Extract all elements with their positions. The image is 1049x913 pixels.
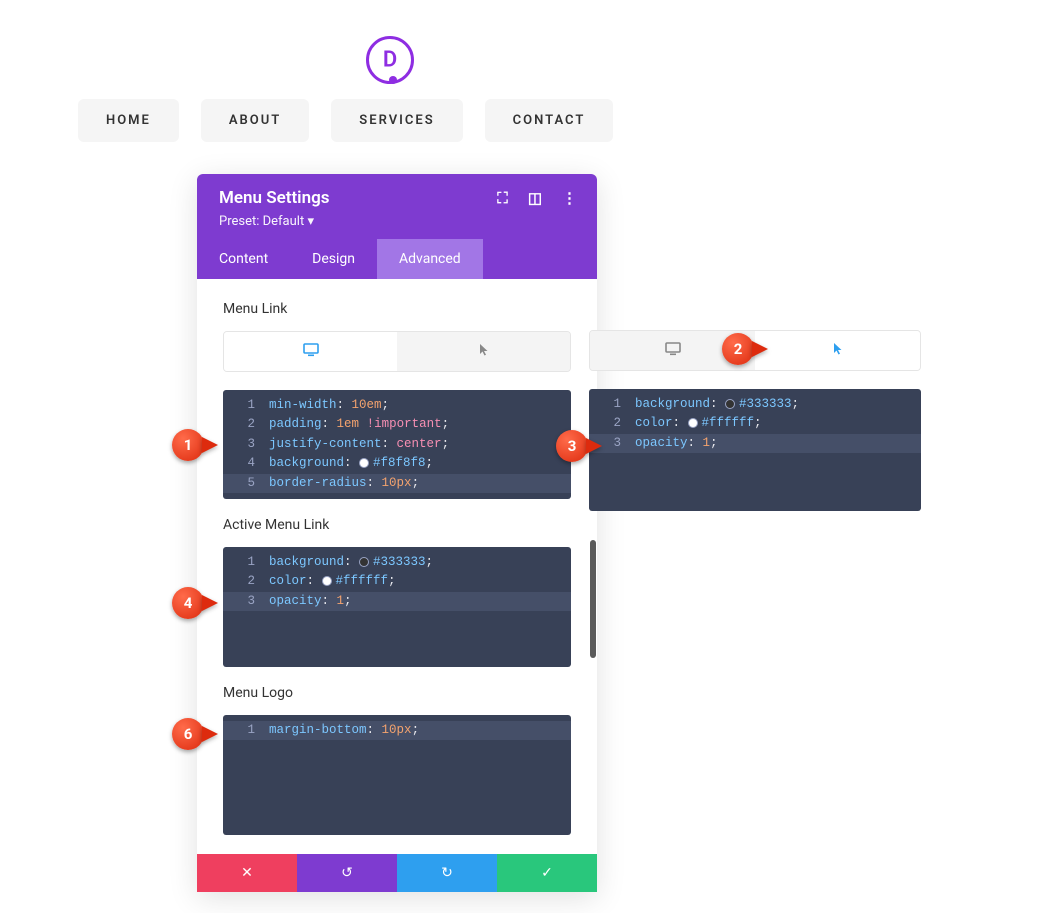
nav-contact[interactable]: CONTACT (485, 99, 614, 142)
panel-header[interactable]: Menu Settings ⛶ ◫ ⋮ Preset: Default ▾ (197, 174, 597, 239)
nav-about[interactable]: ABOUT (201, 99, 309, 142)
cursor-icon (833, 344, 843, 360)
action-bar: ✕ ↺ ↻ ✓ (197, 854, 597, 892)
undo-button[interactable]: ↺ (297, 854, 397, 892)
annotation-2-number: 2 (722, 333, 754, 365)
logo-circle: D (366, 36, 414, 84)
annotation-4-number: 4 (172, 587, 204, 619)
close-icon: ✕ (241, 865, 253, 881)
panel-tabs: Content Design Advanced (197, 239, 597, 279)
preset-label: Preset: Default (219, 214, 304, 229)
tab-content[interactable]: Content (197, 239, 290, 279)
annotation-1-number: 1 (172, 429, 204, 461)
close-button[interactable]: ✕ (197, 854, 297, 892)
scrollbar-indicator[interactable] (590, 540, 596, 658)
responsive-toggle-1 (223, 331, 571, 372)
code-active-menu-link[interactable]: 1background: #333333;2color: #ffffff;3op… (223, 547, 571, 667)
annotation-3-number: 3 (556, 430, 588, 462)
preset-selector[interactable]: Preset: Default ▾ (219, 214, 577, 229)
tab-design[interactable]: Design (290, 239, 377, 279)
caret-down-icon: ▾ (307, 214, 314, 229)
redo-button[interactable]: ↻ (397, 854, 497, 892)
annotation-2: 2 (722, 333, 778, 367)
annotation-6-number: 6 (172, 718, 204, 750)
annotation-4: 4 (172, 587, 228, 621)
toggle-hover-1[interactable] (397, 332, 570, 371)
confirm-button[interactable]: ✓ (497, 854, 597, 892)
redo-icon: ↻ (441, 865, 453, 881)
panel-body: Menu Link 1min-width: 10em;2padding: 1em… (197, 279, 597, 854)
section-menu-logo: Menu Logo (223, 685, 571, 701)
code-menu-link[interactable]: 1min-width: 10em;2padding: 1em !importan… (223, 390, 571, 499)
logo-letter: D (383, 48, 397, 73)
annotation-1: 1 (172, 429, 228, 463)
cursor-icon (479, 345, 489, 361)
annotation-6: 6 (172, 718, 228, 752)
nav-services[interactable]: SERVICES (331, 99, 462, 142)
check-icon: ✓ (541, 865, 553, 881)
split-icon[interactable]: ◫ (528, 189, 542, 207)
annotation-3: 3 (556, 430, 612, 464)
tab-advanced[interactable]: Advanced (377, 239, 483, 279)
code-hover-link[interactable]: 1background: #333333;2color: #ffffff;3op… (589, 389, 921, 511)
toggle-desktop-1[interactable] (224, 332, 397, 371)
panel-title-text: Menu Settings (219, 188, 330, 208)
more-icon[interactable]: ⋮ (562, 189, 577, 207)
nav-home[interactable]: HOME (78, 99, 179, 142)
section-menu-link: Menu Link (223, 301, 571, 317)
desktop-icon (303, 345, 319, 361)
desktop-icon (665, 344, 681, 360)
settings-panel: Menu Settings ⛶ ◫ ⋮ Preset: Default ▾ Co… (197, 174, 597, 892)
logo[interactable]: D (366, 36, 414, 84)
undo-icon: ↺ (341, 865, 353, 881)
code-menu-logo[interactable]: 1margin-bottom: 10px; (223, 715, 571, 835)
section-active-link: Active Menu Link (223, 517, 571, 533)
main-nav: HOME ABOUT SERVICES CONTACT (78, 99, 613, 142)
toggle-hover-2[interactable] (755, 331, 920, 370)
expand-icon[interactable]: ⛶ (497, 189, 508, 207)
